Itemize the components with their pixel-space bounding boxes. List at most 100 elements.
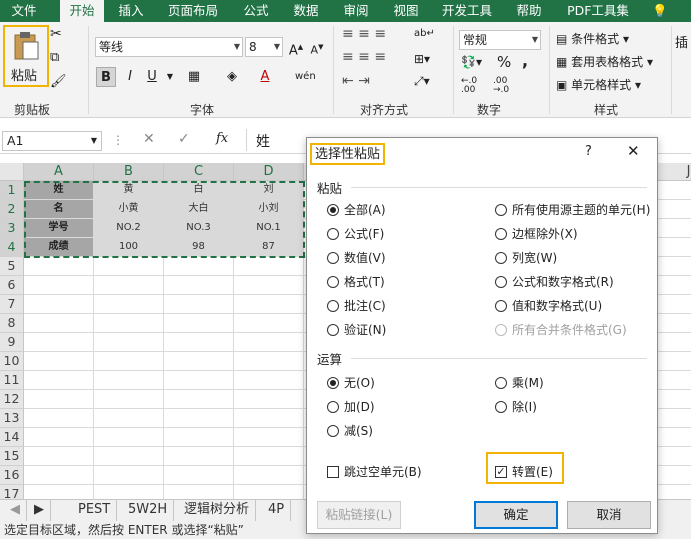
percent-button[interactable]: %	[497, 53, 511, 71]
indent-icon[interactable]: ⇤ ⇥	[342, 74, 370, 89]
grid-cell[interactable]	[164, 428, 234, 447]
grid-cell[interactable]	[234, 295, 304, 314]
bold-button[interactable]: B	[96, 67, 116, 87]
grid-cell[interactable]	[654, 352, 691, 371]
increase-decimal-icon[interactable]: ←.0.00	[461, 77, 477, 95]
align-left-icon[interactable]: ≡ ≡ ≡	[342, 50, 386, 65]
grid-cell[interactable]	[94, 333, 164, 352]
confirm-entry-icon[interactable]: ✓	[178, 131, 190, 147]
grid-cell[interactable]	[234, 428, 304, 447]
formula-input[interactable]: 姓	[256, 131, 270, 151]
grid-cell[interactable]	[164, 314, 234, 333]
grid-cell[interactable]	[654, 333, 691, 352]
row-header[interactable]: 6	[0, 276, 24, 295]
grid-cell[interactable]	[654, 200, 691, 219]
grid-cell[interactable]	[94, 466, 164, 485]
row-header[interactable]: 12	[0, 390, 24, 409]
conditional-format-button[interactable]: ▤ 条件格式 ▾	[556, 30, 629, 47]
grid-cell[interactable]	[164, 276, 234, 295]
grid-cell[interactable]	[94, 352, 164, 371]
row-header[interactable]: 13	[0, 409, 24, 428]
grid-cell[interactable]	[234, 466, 304, 485]
grid-cell[interactable]	[654, 390, 691, 409]
row-header[interactable]: 1	[0, 181, 24, 200]
cancel-button[interactable]: 取消	[567, 501, 651, 529]
grid-cell[interactable]	[24, 447, 94, 466]
tab-developer[interactable]: 开发工具	[436, 0, 498, 22]
grid-cell[interactable]	[654, 314, 691, 333]
grid-cell[interactable]	[24, 428, 94, 447]
grid-cell[interactable]	[164, 295, 234, 314]
row-header[interactable]: 10	[0, 352, 24, 371]
grid-cell[interactable]	[234, 333, 304, 352]
row-header[interactable]: 7	[0, 295, 24, 314]
grid-cell[interactable]	[654, 428, 691, 447]
column-header[interactable]: C	[164, 163, 234, 181]
paste-link-button[interactable]: 粘贴链接(L)	[317, 501, 401, 529]
underline-button[interactable]: U	[142, 67, 162, 87]
grid-cell[interactable]	[94, 276, 164, 295]
name-box[interactable]: A1 ▼	[2, 131, 102, 151]
grid-cell[interactable]	[234, 352, 304, 371]
grid-cell[interactable]	[24, 257, 94, 276]
insert-function-button[interactable]: fx	[216, 131, 228, 146]
row-header[interactable]: 8	[0, 314, 24, 333]
tab-page-layout[interactable]: 页面布局	[160, 0, 226, 22]
grid-cell[interactable]	[24, 371, 94, 390]
sheet-tab[interactable]: 逻辑树分析	[178, 500, 257, 521]
grid-cell[interactable]	[234, 314, 304, 333]
table-format-button[interactable]: ▦ 套用表格格式 ▾	[556, 53, 653, 70]
column-header[interactable]: A	[24, 163, 94, 181]
row-header[interactable]: 9	[0, 333, 24, 352]
row-header[interactable]: 16	[0, 466, 24, 485]
grid-cell[interactable]	[164, 447, 234, 466]
sheet-tab[interactable]: 5W2H	[122, 500, 175, 521]
fill-color-icon[interactable]: ◈	[222, 67, 242, 87]
grid-cell[interactable]	[164, 466, 234, 485]
grid-cell[interactable]	[94, 428, 164, 447]
comma-button[interactable]: ,	[522, 51, 528, 70]
grid-cell[interactable]	[164, 333, 234, 352]
row-header[interactable]: 5	[0, 257, 24, 276]
italic-button[interactable]: I	[120, 67, 140, 87]
prev-sheet-icon[interactable]: ◀	[4, 500, 27, 521]
grid-cell[interactable]	[24, 409, 94, 428]
next-sheet-icon[interactable]: ▶	[28, 500, 51, 521]
help-icon[interactable]: ?	[585, 144, 592, 159]
grid-cell[interactable]	[234, 390, 304, 409]
tab-insert[interactable]: 插入	[110, 0, 152, 22]
orientation-icon[interactable]: ⤢▾	[414, 74, 430, 89]
select-all-corner[interactable]	[0, 163, 24, 181]
row-header[interactable]: 14	[0, 428, 24, 447]
grid-cell[interactable]	[94, 409, 164, 428]
grid-cell[interactable]	[654, 295, 691, 314]
grid-cell[interactable]	[94, 295, 164, 314]
column-header[interactable]: J	[654, 163, 691, 181]
grid-cell[interactable]	[24, 352, 94, 371]
grid-cell[interactable]	[94, 314, 164, 333]
grid-cell[interactable]	[234, 276, 304, 295]
grid-cell[interactable]	[654, 181, 691, 200]
grid-cell[interactable]	[24, 314, 94, 333]
font-size-select[interactable]: 8 ▼	[245, 37, 283, 57]
underline-dropdown-icon[interactable]: ▼	[160, 67, 180, 87]
decrease-font-icon[interactable]: A▼	[307, 37, 327, 57]
merge-center-icon[interactable]: ⊞▾	[414, 52, 430, 66]
grid-cell[interactable]	[654, 447, 691, 466]
column-header[interactable]: B	[94, 163, 164, 181]
phonetic-icon[interactable]: wén	[295, 67, 316, 87]
grid-cell[interactable]	[164, 409, 234, 428]
copy-icon[interactable]: ⧉	[50, 50, 59, 65]
grid-cell[interactable]	[24, 466, 94, 485]
grid-cell[interactable]	[654, 409, 691, 428]
cell-style-button[interactable]: ▣ 单元格样式 ▾	[556, 76, 641, 93]
grid-cell[interactable]	[234, 371, 304, 390]
increase-font-icon[interactable]: A▲	[286, 37, 306, 58]
align-top-icon[interactable]: ≡ ≡ ≡	[342, 27, 386, 42]
grid-cell[interactable]	[164, 257, 234, 276]
grid-cell[interactable]	[24, 276, 94, 295]
paste-button[interactable]: 粘贴	[3, 25, 49, 87]
grid-cell[interactable]	[654, 219, 691, 238]
grid-cell[interactable]	[94, 257, 164, 276]
decrease-decimal-icon[interactable]: .00 →.0	[493, 77, 509, 95]
